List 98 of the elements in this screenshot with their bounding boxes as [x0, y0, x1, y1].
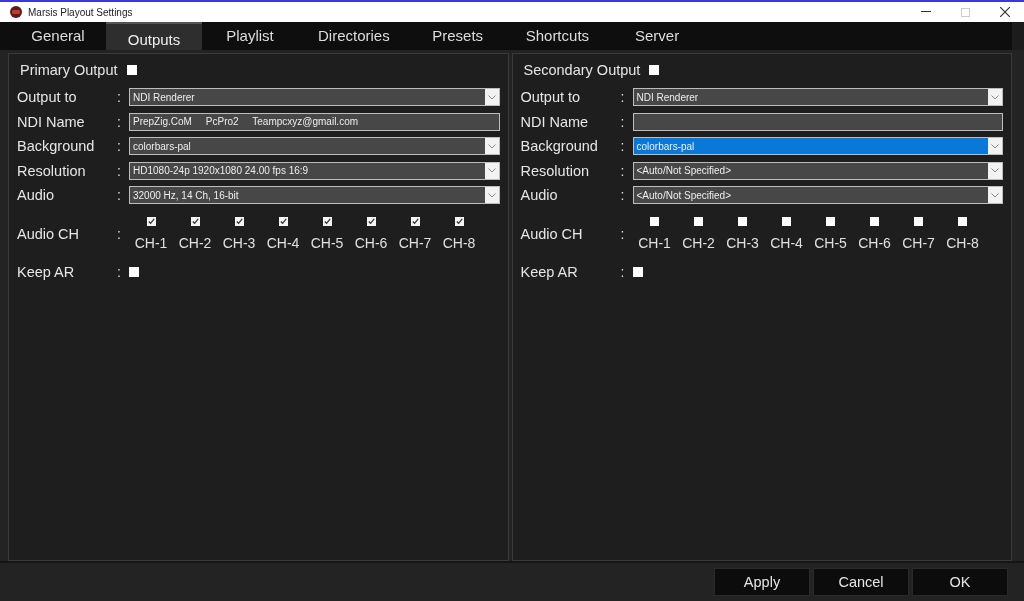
field-label: Resolution — [520, 162, 590, 179]
field-label: Output to — [17, 89, 78, 106]
tab[interactable]: General — [10, 22, 106, 50]
checkbox[interactable] — [322, 216, 332, 226]
colon: : — [620, 138, 626, 155]
colon: : — [620, 162, 626, 179]
channel-label: CH-5 — [814, 234, 847, 251]
field-label: Keep AR — [520, 263, 579, 280]
caret-icon — [991, 94, 999, 100]
checkbox[interactable] — [234, 216, 244, 226]
colon: : — [117, 162, 122, 179]
dropdown[interactable]: NDI Renderer — [632, 88, 1003, 107]
checkbox[interactable] — [738, 216, 747, 226]
input-field[interactable] — [632, 112, 1003, 131]
channel-label: CH-8 — [946, 234, 979, 251]
close-icon[interactable] — [1000, 7, 1010, 17]
dropdown[interactable]: colorbars-pal — [632, 137, 1003, 156]
checkbox[interactable] — [366, 216, 376, 226]
checkbox[interactable] — [958, 216, 967, 226]
dialog-button[interactable]: Cancel — [813, 568, 909, 596]
dialog-button[interactable]: OK — [912, 568, 1008, 596]
window-title: Marsis Playout Settings — [28, 6, 133, 18]
channel-label: CH-5 — [310, 234, 344, 251]
tab[interactable]: Presets — [409, 22, 506, 50]
checkbox[interactable] — [129, 266, 139, 277]
caret-icon — [487, 192, 496, 198]
checkbox[interactable] — [694, 216, 703, 226]
checkbox[interactable] — [146, 216, 156, 226]
channel-label: CH-2 — [682, 234, 715, 251]
colon: : — [117, 187, 122, 204]
colon: : — [620, 113, 626, 130]
dialog-button[interactable]: Apply — [714, 568, 810, 596]
checkbox[interactable] — [826, 216, 835, 226]
field-label: Output to — [520, 89, 582, 106]
field-label: NDI Name — [520, 113, 590, 130]
channel-label: CH-3 — [726, 234, 759, 251]
field-label: Background — [17, 138, 96, 155]
checkbox[interactable] — [914, 216, 923, 226]
caret-icon — [991, 143, 999, 149]
colon: : — [620, 225, 626, 242]
field-label: Audio CH — [520, 225, 584, 242]
checkbox[interactable] — [410, 216, 420, 226]
colon: : — [117, 89, 122, 106]
channel-label: CH-3 — [222, 234, 256, 251]
field-label: Resolution — [17, 162, 87, 179]
minimize-icon[interactable] — [921, 11, 931, 13]
channel-label: CH-7 — [902, 234, 935, 251]
field-label: Audio — [17, 187, 56, 204]
panel-title: Primary Output — [20, 62, 118, 78]
tab[interactable]: Outputs — [106, 22, 202, 50]
colon: : — [117, 225, 122, 242]
field-label: NDI Name — [17, 113, 86, 130]
checkbox[interactable] — [190, 216, 200, 226]
channel-label: CH-2 — [178, 234, 212, 251]
checkbox[interactable] — [126, 65, 137, 75]
caret-icon — [487, 168, 496, 174]
channel-label: CH-4 — [266, 234, 300, 251]
checkbox[interactable] — [870, 216, 879, 226]
dropdown[interactable]: <Auto/Not Specified> — [632, 161, 1003, 180]
checkbox[interactable] — [632, 266, 643, 277]
channel-label: CH-6 — [354, 234, 388, 251]
checkbox[interactable] — [650, 216, 659, 226]
checkbox[interactable] — [278, 216, 288, 226]
caret-icon — [991, 168, 999, 174]
colon: : — [117, 113, 122, 130]
caret-icon — [487, 94, 496, 100]
caret-icon — [991, 192, 999, 198]
colon: : — [620, 187, 626, 204]
caret-icon — [487, 143, 496, 149]
channel-label: CH-4 — [770, 234, 803, 251]
channel-label: CH-8 — [442, 234, 476, 251]
tab[interactable]: Directories — [298, 22, 410, 50]
app-logo-icon — [10, 6, 22, 18]
checkbox[interactable] — [649, 65, 660, 75]
colon: : — [620, 263, 626, 280]
colon: : — [117, 138, 122, 155]
checkbox[interactable] — [454, 216, 464, 226]
tab[interactable]: Playlist — [202, 22, 298, 50]
dropdown[interactable]: colorbars-pal — [129, 137, 500, 156]
field-label: Background — [520, 138, 599, 155]
tab[interactable]: Shortcuts — [505, 22, 610, 50]
colon: : — [117, 263, 122, 280]
dropdown[interactable]: 32000 Hz, 14 Ch, 16-bit — [129, 186, 500, 205]
input-field[interactable]: PrepZig.CoM PcPro2 Teampcxyz@gmail.com — [129, 112, 500, 131]
panel-title: Secondary Output — [523, 62, 641, 78]
checkbox[interactable] — [782, 216, 791, 226]
colon: : — [620, 89, 626, 106]
field-label: Audio — [520, 187, 559, 204]
dropdown[interactable]: HD1080-24p 1920x1080 24.00 fps 16:9 — [129, 161, 500, 180]
channel-label: CH-1 — [638, 234, 671, 251]
field-label: Audio CH — [17, 225, 81, 242]
channel-label: CH-1 — [134, 234, 168, 251]
channel-label: CH-6 — [858, 234, 891, 251]
tab[interactable]: Server — [609, 22, 706, 50]
dropdown[interactable]: <Auto/Not Specified> — [632, 186, 1003, 205]
channel-label: CH-7 — [398, 234, 432, 251]
field-label: Keep AR — [17, 263, 76, 280]
dropdown[interactable]: NDI Renderer — [129, 88, 500, 107]
